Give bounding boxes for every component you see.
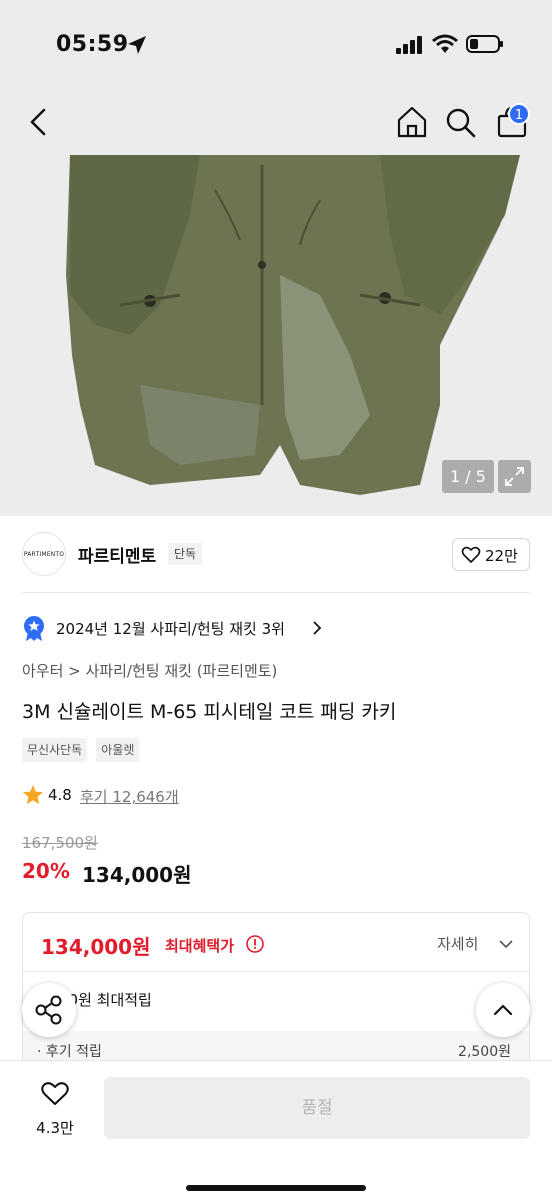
home-indicator (186, 1185, 366, 1191)
benefit-detail-button[interactable]: 자세히 (437, 931, 517, 957)
points-row: 00원 최대적립 (23, 971, 529, 1031)
tag-musinsa-exclusive: 무신사단독 (22, 738, 88, 762)
share-icon (35, 995, 62, 1025)
brand-like-count: 22만 (485, 547, 518, 565)
chevron-right-icon (313, 621, 322, 635)
share-button[interactable] (22, 983, 76, 1037)
cart-count-badge: 1 (508, 103, 530, 125)
brand-logo[interactable]: PARTIMENTO (22, 532, 66, 576)
divider (22, 592, 530, 593)
product-gallery[interactable]: 05:59 1 1 / 5 (0, 0, 552, 516)
wishlist-button[interactable]: 4.3만 (26, 1077, 84, 1141)
sold-out-button[interactable]: 품절 (104, 1077, 530, 1139)
location-arrow-icon (128, 36, 146, 54)
status-time: 05:59 (56, 32, 129, 57)
status-bar: 05:59 (0, 0, 552, 90)
benefit-card: 134,000원 최대혜택가 자세히 00원 최대적립 · 후기 적립 2,50… (22, 912, 530, 1082)
exclusive-tag: 단독 (168, 543, 203, 565)
discount-rate: 20% (22, 859, 70, 883)
breadcrumb[interactable]: 아우터 > 사파리/헌팅 재킷 (파르티멘토) (22, 660, 277, 681)
heart-icon (461, 546, 481, 563)
scroll-top-button[interactable] (476, 983, 530, 1037)
max-benefit-price: 134,000원 (41, 935, 151, 959)
max-benefit-label: 최대혜택가 (165, 937, 235, 955)
back-button[interactable] (22, 102, 58, 142)
home-icon[interactable] (394, 102, 430, 142)
chevron-up-icon (493, 1004, 513, 1016)
tag-outlet: 아울렛 (96, 738, 140, 762)
ranking-badge-icon (24, 616, 44, 641)
rating-value: 4.8 (48, 786, 72, 804)
sale-price: 134,000원 (82, 863, 192, 887)
review-points-label: · 후기 적립 (37, 1044, 102, 1060)
product-tags: 무신사단독 아울렛 (22, 738, 143, 762)
ranking-link[interactable]: 2024년 12월 사파리/헌팅 재킷 3위 (22, 614, 530, 644)
wishlist-count: 4.3만 (36, 1119, 74, 1137)
search-icon[interactable] (442, 102, 478, 142)
info-icon[interactable] (245, 934, 265, 954)
cellular-signal-icon (396, 36, 422, 54)
brand-row[interactable]: PARTIMENTO 파르티멘토 단독 22만 (0, 528, 552, 580)
brand-like-button[interactable]: 22만 (452, 538, 530, 571)
detail-label: 자세히 (437, 935, 479, 953)
heart-icon (41, 1082, 69, 1105)
battery-icon (466, 35, 503, 53)
bottom-action-bar: 4.3만 품절 (0, 1060, 552, 1200)
nav-bar (0, 92, 552, 152)
chevron-down-icon (499, 940, 513, 949)
review-points-value: 2,500원 (458, 1044, 511, 1060)
product-title: 3M 신슐레이트 M-65 피시테일 코트 패딩 카키 (22, 701, 397, 723)
ranking-text[interactable]: 2024년 12월 사파리/헌팅 재킷 3위 (56, 618, 285, 639)
wifi-icon (432, 34, 458, 53)
original-price: 167,500원 (22, 834, 98, 852)
star-icon (23, 785, 43, 804)
brand-name[interactable]: 파르티멘토 (78, 542, 156, 567)
review-count-link[interactable]: 후기 12,646개 (80, 786, 179, 807)
gallery-counter: 1 / 5 (442, 460, 494, 493)
expand-icon[interactable] (498, 460, 531, 493)
